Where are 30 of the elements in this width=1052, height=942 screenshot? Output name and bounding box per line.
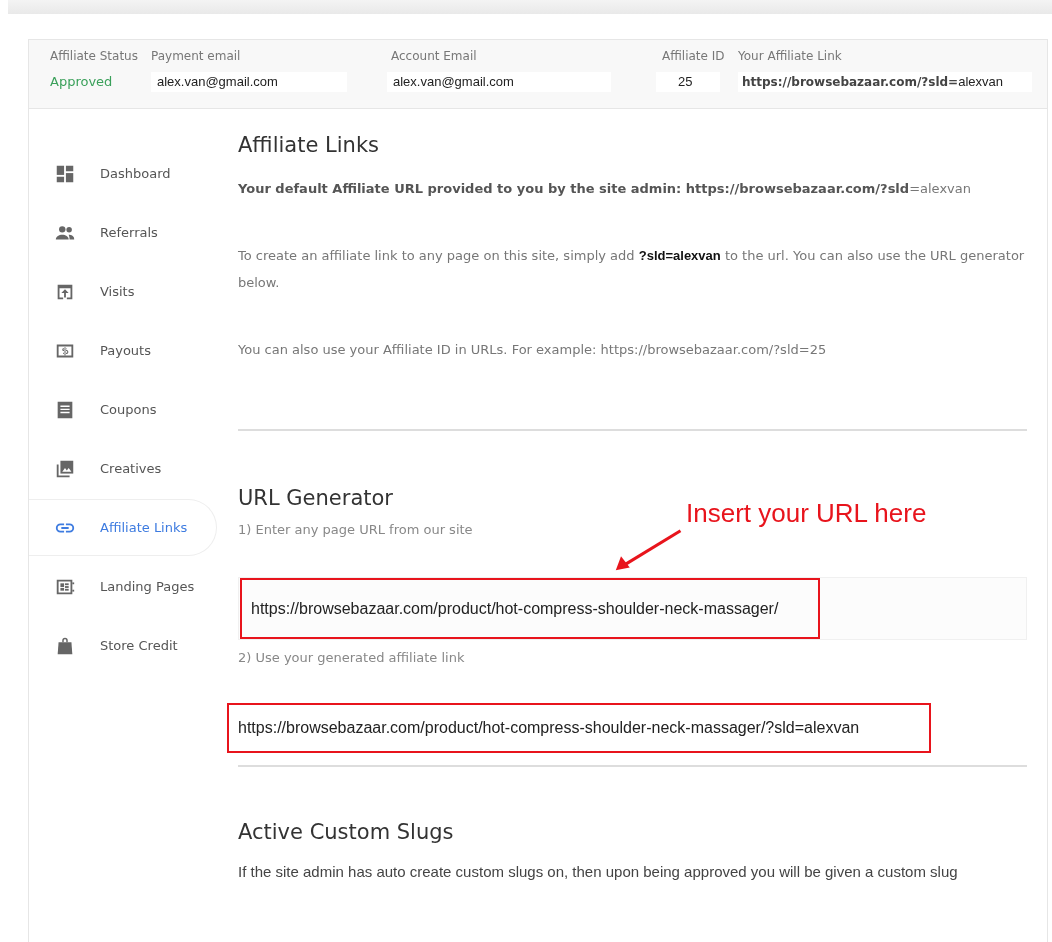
field-label: Account Email: [390, 49, 478, 64]
section-heading: URL Generator: [238, 485, 394, 512]
sidebar-item[interactable]: Coupons: [29, 381, 217, 438]
field-label: Affiliate ID: [661, 49, 726, 64]
sidebar-item[interactable]: Store Credit: [29, 617, 217, 674]
sidebar-item[interactable]: Dashboard: [29, 145, 217, 202]
url-field[interactable]: https://browsebazaar.com/product/hot-compress-shoulder-neck-massager/?sld=alexvan: [227, 703, 1027, 753]
field-label: Payment email: [151, 49, 242, 64]
paragraph-text: You can also use your Affiliate ID in URLs. For example: https://browsebazaar.com/?sld=25: [238, 341, 828, 359]
field-label: Your Affiliate Link: [738, 49, 843, 64]
field-label: Affiliate Status: [50, 49, 139, 64]
url-text: https://browsebazaar.com/product/hot-compress-shoulder-neck-massager/?sld=alexvan: [238, 719, 860, 737]
paragraph-text: To create an affiliate link to any page on this site, simply add ?sld=alexvan to the url. You can also use the URL generator below.: [238, 247, 1026, 292]
sidebar-item[interactable]: Payouts: [29, 322, 217, 379]
step-label: 1) Enter any page URL from our site: [238, 522, 474, 537]
url-field[interactable]: https://browsebazaar.com/product/hot-compress-shoulder-neck-massager/: [238, 577, 1027, 640]
paragraph-text: If the site admin has auto create custom slugs on, then upon being approved you will be given a custom slug: [238, 862, 959, 882]
annotation-text: Insert your URL here: [686, 498, 927, 529]
paragraph-text: Your default Affiliate URL provided to you by the site admin: https://browsebazaar.com/?sld=alexvan: [238, 180, 972, 198]
sidebar-item[interactable]: Visits: [29, 263, 217, 320]
section-heading: Active Custom Slugs: [238, 819, 455, 846]
url-text: https://browsebazaar.com/product/hot-compress-shoulder-neck-massager/: [251, 599, 779, 618]
affiliate-link-field: https://browsebazaar.com/?sld=alexvan: [738, 72, 1032, 92]
step-label: 2) Use your generated affiliate link: [238, 650, 466, 665]
sidebar-item[interactable]: Creatives: [29, 440, 217, 497]
sidebar-item[interactable]: Landing Pages: [29, 558, 217, 615]
section-heading: Affiliate Links: [238, 132, 380, 159]
annotation-arrow: [614, 528, 684, 572]
sidebar-item[interactable]: Referrals: [29, 204, 217, 261]
status-text: Approved: [50, 73, 114, 91]
